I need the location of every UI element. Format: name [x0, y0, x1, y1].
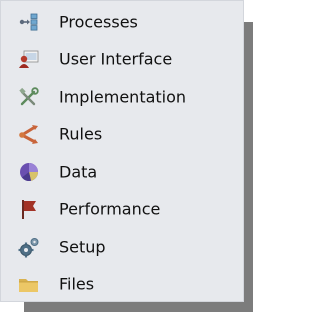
implementation-icon: [17, 85, 41, 109]
menu-list: Processes User Interface Implementation …: [1, 3, 243, 303]
menu-item-label: Implementation: [59, 87, 187, 107]
menu-item-label: User Interface: [59, 49, 173, 69]
menu-item-files[interactable]: Files: [1, 266, 243, 304]
data-icon: [17, 160, 41, 184]
menu-item-label: Files: [59, 274, 95, 294]
performance-icon: [17, 197, 41, 221]
menu-item-label: Rules: [59, 124, 103, 144]
processes-icon: [17, 10, 41, 34]
setup-icon: [17, 235, 41, 259]
menu-item-rules[interactable]: Rules: [1, 116, 243, 154]
menu-item-label: Data: [59, 162, 98, 182]
context-menu: Processes User Interface Implementation …: [0, 0, 244, 302]
menu-item-setup[interactable]: Setup: [1, 228, 243, 266]
menu-item-label: Performance: [59, 199, 161, 219]
menu-item-performance[interactable]: Performance: [1, 191, 243, 229]
files-icon: [17, 272, 41, 296]
rules-icon: [17, 122, 41, 146]
menu-item-label: Processes: [59, 12, 138, 32]
menu-item-data[interactable]: Data: [1, 153, 243, 191]
menu-item-label: Setup: [59, 237, 106, 257]
menu-item-user-interface[interactable]: User Interface: [1, 41, 243, 79]
user-interface-icon: [17, 47, 41, 71]
menu-item-processes[interactable]: Processes: [1, 3, 243, 41]
menu-item-implementation[interactable]: Implementation: [1, 78, 243, 116]
